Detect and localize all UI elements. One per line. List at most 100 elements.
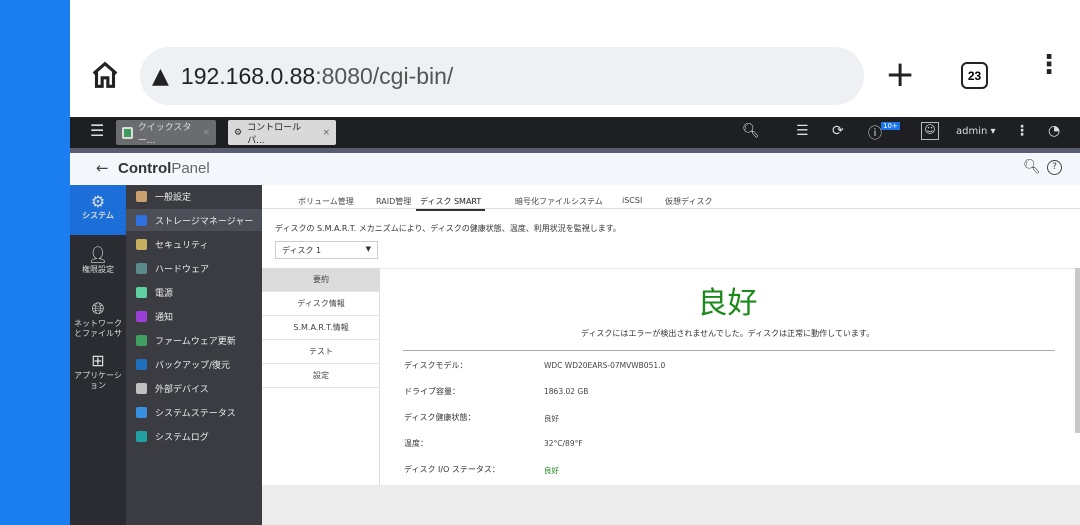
tab[interactable]: iSCSI xyxy=(622,196,642,205)
submenu-icon xyxy=(136,334,147,346)
submenu-icon xyxy=(136,238,147,250)
globe-icon: 🌐︎ xyxy=(91,299,105,318)
submenu-label: バックアップ/復元 xyxy=(155,360,231,371)
info-value: 良好 xyxy=(544,466,559,475)
divider xyxy=(403,350,1055,351)
info-label: ディスクモデル： xyxy=(404,361,468,370)
info-label: ドライブ容量： xyxy=(404,387,460,396)
info-value: 良好 xyxy=(544,414,559,423)
new-tab-plus-icon[interactable]: + xyxy=(885,55,915,95)
submenu-icon xyxy=(136,310,147,322)
tab-label: コントロールパ... xyxy=(247,122,302,146)
warning-icon: ▲ xyxy=(152,63,169,89)
user-menu[interactable]: admin ▾ xyxy=(956,126,996,137)
tasks-icon[interactable]: ☰ xyxy=(796,123,809,139)
submenu-item[interactable]: 外部デバイス xyxy=(126,377,262,399)
info-icon[interactable]: ⓘ xyxy=(868,123,882,143)
submenu-label: ハードウェア xyxy=(155,264,210,275)
submenu-label: セキュリティ xyxy=(155,240,209,251)
gear-icon: ⚙ xyxy=(90,192,106,211)
submenu-label: 通知 xyxy=(155,312,174,323)
submenu-label: 一般設定 xyxy=(155,192,192,203)
tab-label: クイックスター... xyxy=(137,122,192,146)
home-icon[interactable] xyxy=(88,58,122,92)
side-tab[interactable]: テスト xyxy=(262,340,380,364)
menu-icon[interactable]: ☰ xyxy=(90,121,104,140)
summary-side-tabs: 要約 ディスク情報 S.M.A.R.T.情報 テスト 設定 xyxy=(262,268,380,485)
nav-network[interactable]: 🌐︎ ネットワーク とファイルサ xyxy=(70,299,126,339)
search-icon[interactable]: 🔍︎ xyxy=(742,123,760,139)
qts-toolbar: ☰ クイックスター... × ⚙ コントロールパ... × 🔍︎ ☰ ⟳ ⓘ 10+ … xyxy=(70,117,1080,148)
submenu-icon xyxy=(136,406,147,418)
gear-icon: ⚙ xyxy=(234,127,243,138)
side-tab[interactable]: 設定 xyxy=(262,364,380,388)
search-icon[interactable]: 🔍︎ xyxy=(1023,159,1041,175)
nav-system[interactable]: ⚙ システム xyxy=(70,185,126,235)
submenu-label: ストレージマネージャー xyxy=(155,216,254,227)
submenu-label: 外部デバイス xyxy=(155,384,209,395)
tab[interactable]: 仮想ディスク xyxy=(665,196,712,207)
tab[interactable]: RAID管理 xyxy=(376,196,411,207)
description: ディスクの S.M.A.R.T. メカニズムにより、ディスクの健康状態、温度、利… xyxy=(275,224,621,233)
side-tab[interactable]: S.M.A.R.T.情報 xyxy=(262,316,380,340)
controlpanel-header: ← ControlPanel 🔍︎ ? xyxy=(70,153,1080,185)
more-vert-icon[interactable]: ⋮ xyxy=(1036,52,1062,78)
submenu-item[interactable]: 電源 xyxy=(126,281,262,303)
side-tab[interactable]: 要約 xyxy=(262,268,380,292)
more-icon[interactable]: ⋮ xyxy=(1015,123,1029,139)
submenu-item[interactable]: 通知 xyxy=(126,305,262,327)
submenu-icon xyxy=(136,190,147,202)
footer-area xyxy=(262,485,1080,525)
info-label: 温度： xyxy=(404,439,428,448)
submenu-item[interactable]: システムステータス xyxy=(126,401,262,423)
back-icon[interactable]: ← xyxy=(96,159,109,177)
notification-badge: 10+ xyxy=(881,122,900,130)
summary-panel: 良好 ディスクにはエラーが検出されませんでした。ディスクは正常に動作しています。 xyxy=(380,268,1075,485)
info-value: WDC WD20EARS-07MVWB051.0 xyxy=(544,361,666,370)
close-icon[interactable]: × xyxy=(202,128,210,138)
tab[interactable]: ディスク SMART xyxy=(416,196,486,211)
submenu-item[interactable]: システムログ xyxy=(126,425,262,447)
disk-select-value: ディスク 1 xyxy=(282,246,322,255)
page-title: ControlPanel xyxy=(118,160,210,177)
main-nav: ⚙ システム 👤︎ 権限設定 🌐︎ ネットワーク とファイルサ ⊞ アプリケーション xyxy=(70,185,126,525)
submenu-item[interactable]: ハードウェア xyxy=(126,257,262,279)
dashboard-icon[interactable]: ◔ xyxy=(1048,123,1060,139)
tab[interactable]: 暗号化ファイルシステム xyxy=(515,196,603,207)
help-icon[interactable]: ? xyxy=(1047,160,1062,175)
url-host: 192.168.0.88 xyxy=(180,62,316,89)
sync-icon[interactable]: ⟳ xyxy=(832,123,844,139)
tab[interactable]: ボリューム管理 xyxy=(298,196,354,207)
close-icon[interactable]: × xyxy=(322,128,330,138)
info-label: ディスク健康状態： xyxy=(404,413,476,422)
nav-label: システム xyxy=(82,211,114,220)
nav-privilege[interactable]: 👤︎ 権限設定 xyxy=(70,245,126,275)
submenu-icon xyxy=(136,382,147,394)
submenu-item[interactable]: 一般設定 xyxy=(126,185,262,207)
apps-icon: ⊞ xyxy=(91,351,105,370)
submenu-item[interactable]: ファームウェア更新 xyxy=(126,329,262,351)
submenu-icon xyxy=(136,262,147,274)
status-message: ディスクにはエラーが検出されませんでした。ディスクは正常に動作しています。 xyxy=(580,329,875,338)
tab-count-button[interactable]: 23 xyxy=(961,62,988,89)
nav-applications[interactable]: ⊞ アプリケーション xyxy=(70,351,126,391)
submenu-item[interactable]: セキュリティ xyxy=(126,233,262,255)
user-icon[interactable]: ☺ xyxy=(921,122,939,140)
tab-controlpanel[interactable]: ⚙ コントロールパ... × xyxy=(228,120,336,146)
quickstart-icon xyxy=(122,126,133,139)
info-value: 32°C/89°F xyxy=(544,439,583,448)
nav-label: アプリケーション xyxy=(74,371,122,390)
submenu-icon xyxy=(136,430,147,442)
submenu-icon xyxy=(136,358,147,370)
health-status: 良好 xyxy=(697,286,758,321)
side-tab[interactable]: ディスク情報 xyxy=(262,292,380,316)
submenu-item[interactable]: バックアップ/復元 xyxy=(126,353,262,375)
address-bar[interactable]: ▲ 192.168.0.88:8080/cgi-bin/ xyxy=(140,47,864,105)
submenu-label: 電源 xyxy=(155,288,174,299)
left-edge xyxy=(0,0,70,525)
submenu: 一般設定ストレージマネージャー セキュリティ ハードウェア 電源通知ファームウェア更新… xyxy=(126,185,262,525)
tab-quickstart[interactable]: クイックスター... × xyxy=(116,120,216,146)
scrollbar[interactable] xyxy=(1075,268,1080,433)
submenu-item[interactable]: ストレージマネージャー xyxy=(126,209,262,231)
disk-select[interactable]: ディスク 1 ▼ xyxy=(275,241,378,259)
